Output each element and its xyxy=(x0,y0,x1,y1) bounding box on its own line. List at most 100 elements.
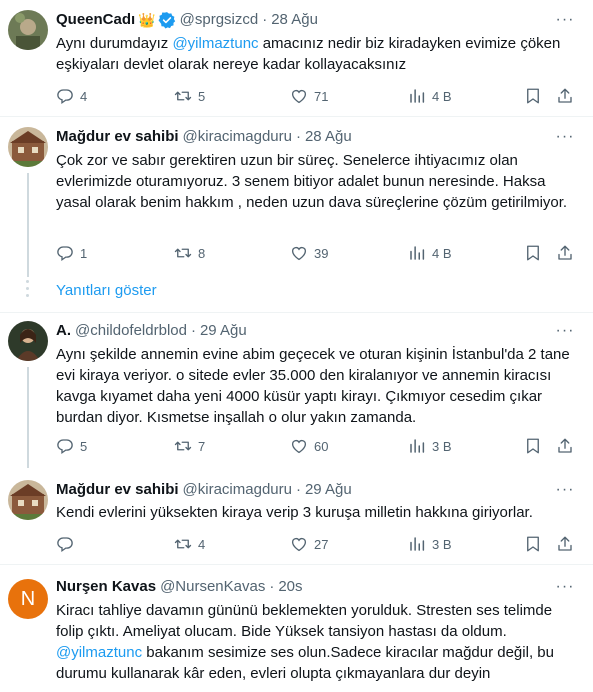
crown-icon: 👑 xyxy=(138,12,156,28)
avatar[interactable] xyxy=(8,480,48,520)
like-button[interactable]: 39 xyxy=(290,243,328,263)
user-handle[interactable]: @sprgsizcd xyxy=(180,10,259,30)
more-options-icon[interactable]: ··· xyxy=(555,321,575,341)
tweet-text: Kendi evlerini yüksekten kiraya verip 3 … xyxy=(56,504,533,521)
text-segment: Aynı durumdayız xyxy=(56,35,173,52)
action-bar: 1 8 39 4 B xyxy=(56,243,581,263)
retweet-icon xyxy=(174,535,192,553)
like-icon xyxy=(290,535,308,553)
share-button[interactable] xyxy=(556,243,574,263)
tweet-4[interactable]: Mağdur ev sahibi @kiracimagduru · 29 Ağu… xyxy=(0,468,593,564)
view-count: 4 B xyxy=(432,245,452,261)
like-button[interactable]: 60 xyxy=(290,436,328,456)
thread-line xyxy=(27,367,29,468)
display-name[interactable]: A. xyxy=(56,321,71,341)
more-options-icon[interactable]: ··· xyxy=(555,10,575,30)
mention-link[interactable]: @yilmaztunc xyxy=(172,35,258,52)
like-count: 71 xyxy=(314,88,329,104)
show-replies-link[interactable]: Yanıtları göster xyxy=(56,281,157,301)
retweet-button[interactable]: 8 xyxy=(174,243,205,263)
reply-icon xyxy=(56,535,74,553)
retweet-button[interactable]: 4 xyxy=(174,534,205,554)
reply-button[interactable]: 5 xyxy=(56,436,87,456)
user-handle[interactable]: @kiracimagduru xyxy=(183,480,292,500)
display-name[interactable]: Mağdur ev sahibi xyxy=(56,127,179,147)
avatar[interactable] xyxy=(8,10,48,50)
tweet-2[interactable]: Mağdur ev sahibi @kiracimagduru · 28 Ağu… xyxy=(0,117,593,277)
user-handle[interactable]: @NursenKavas xyxy=(160,577,265,597)
tweet-5[interactable]: N Nurşen Kavas @NursenKavas · 20s ··· Ki… xyxy=(0,565,593,692)
view-count: 3 B xyxy=(432,438,452,454)
reply-count: 4 xyxy=(80,88,88,104)
views-icon xyxy=(408,87,426,105)
reply-button[interactable]: 1 xyxy=(56,243,87,263)
like-count: 60 xyxy=(314,438,329,454)
avatar[interactable] xyxy=(8,321,48,361)
tweet-header: QueenCadı 👑 @sprgsizcd · 28 Ağu xyxy=(56,10,318,30)
views-icon xyxy=(408,437,426,455)
user-handle[interactable]: @kiracimagduru xyxy=(183,127,292,147)
reply-count: 1 xyxy=(80,245,88,261)
avatar[interactable]: N xyxy=(8,579,48,619)
thread-line xyxy=(27,173,29,277)
retweet-count: 7 xyxy=(198,438,206,454)
share-icon xyxy=(556,535,574,553)
share-button[interactable] xyxy=(556,86,574,106)
views-button[interactable]: 4 B xyxy=(408,243,452,263)
display-name[interactable]: Mağdur ev sahibi xyxy=(56,480,179,500)
avatar[interactable] xyxy=(8,127,48,167)
like-icon xyxy=(290,244,308,262)
timestamp[interactable]: 20s xyxy=(278,577,302,597)
share-button[interactable] xyxy=(556,436,574,456)
more-options-icon[interactable]: ··· xyxy=(555,577,575,597)
like-icon xyxy=(290,437,308,455)
views-button[interactable]: 4 B xyxy=(408,86,452,106)
verified-icon xyxy=(158,11,176,29)
timestamp[interactable]: 28 Ağu xyxy=(305,127,352,147)
separator-dot: · xyxy=(262,11,268,28)
like-count: 39 xyxy=(314,245,329,261)
tweet-1[interactable]: QueenCadı 👑 @sprgsizcd · 28 Ağu ··· Aynı… xyxy=(0,0,593,116)
timestamp[interactable]: 28 Ağu xyxy=(271,10,318,30)
display-name[interactable]: Nurşen Kavas xyxy=(56,577,156,597)
views-icon xyxy=(408,244,426,262)
like-button[interactable]: 27 xyxy=(290,534,328,554)
share-button[interactable] xyxy=(556,534,574,554)
more-options-icon[interactable]: ··· xyxy=(555,480,575,500)
retweet-count: 5 xyxy=(198,88,206,104)
retweet-count: 8 xyxy=(198,245,206,261)
views-button[interactable]: 3 B xyxy=(408,436,452,456)
tweet-text: Aynı şekilde annemin evine abim geçecek … xyxy=(56,346,570,426)
bookmark-button[interactable] xyxy=(524,436,542,456)
thread-dots xyxy=(26,280,30,301)
view-count: 3 B xyxy=(432,536,452,552)
timestamp[interactable]: 29 Ağu xyxy=(200,321,247,341)
more-options-icon[interactable]: ··· xyxy=(555,127,575,147)
bookmark-icon xyxy=(524,244,542,262)
retweet-button[interactable]: 5 xyxy=(174,86,205,106)
tweet-3[interactable]: A. @childofeldrblod · 29 Ağu ··· Aynı şe… xyxy=(0,313,593,468)
like-button[interactable]: 71 xyxy=(290,86,328,106)
mention-link[interactable]: @yilmaztunc xyxy=(56,644,142,661)
view-count: 4 B xyxy=(432,88,452,104)
display-name[interactable]: QueenCadı xyxy=(56,10,135,30)
reply-button[interactable]: 4 xyxy=(56,86,87,106)
like-count: 27 xyxy=(314,536,329,552)
user-handle[interactable]: @childofeldrblod xyxy=(75,321,187,341)
reply-icon xyxy=(56,87,74,105)
reply-button[interactable] xyxy=(56,534,80,554)
views-icon xyxy=(408,535,426,553)
retweet-icon xyxy=(174,437,192,455)
tweet-header: Nurşen Kavas @NursenKavas · 20s xyxy=(56,577,303,597)
retweet-button[interactable]: 7 xyxy=(174,436,205,456)
bookmark-button[interactable] xyxy=(524,86,542,106)
views-button[interactable]: 3 B xyxy=(408,534,452,554)
bookmark-button[interactable] xyxy=(524,534,542,554)
bookmark-button[interactable] xyxy=(524,243,542,263)
bookmark-icon xyxy=(524,535,542,553)
separator-dot: · xyxy=(190,322,196,339)
retweet-icon xyxy=(174,87,192,105)
timestamp[interactable]: 29 Ağu xyxy=(305,480,352,500)
retweet-icon xyxy=(174,244,192,262)
tweet-header: A. @childofeldrblod · 29 Ağu xyxy=(56,321,247,341)
